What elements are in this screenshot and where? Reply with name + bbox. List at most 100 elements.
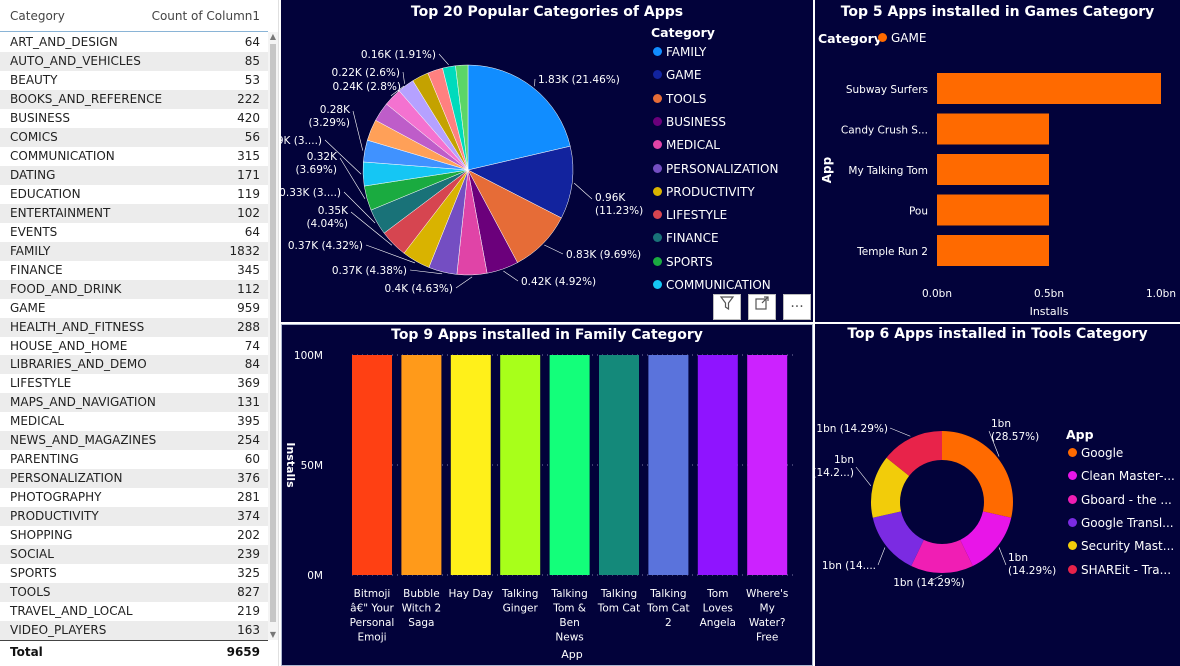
table-row[interactable]: BOOKS_AND_REFERENCE 222 <box>0 89 268 109</box>
family-bar[interactable] <box>549 355 590 575</box>
table-row[interactable]: TOOLS 827 <box>0 583 268 603</box>
table-row[interactable]: GAME 959 <box>0 299 268 318</box>
family-bar[interactable] <box>352 355 392 575</box>
table-row[interactable]: PHOTOGRAPHY 281 <box>0 488 268 507</box>
pie-legend-item[interactable]: TOOLS <box>653 92 707 106</box>
table-row[interactable]: HOUSE_AND_HOME 74 <box>0 337 268 356</box>
pie-legend-item[interactable]: GAME <box>653 68 701 82</box>
legend-swatch <box>653 116 662 126</box>
family-bar[interactable] <box>500 355 541 575</box>
donut-data-label: (14.2...) <box>815 467 854 479</box>
family-category-label: News <box>555 632 583 644</box>
pie-legend-item[interactable]: BUSINESS <box>653 115 726 129</box>
table-row[interactable]: FAMILY 1832 <box>0 241 268 261</box>
tools-legend-item[interactable]: Security Mast... <box>1068 539 1174 553</box>
tools-legend-item[interactable]: Google Transl... <box>1068 516 1174 530</box>
table-row[interactable]: MAPS_AND_NAVIGATION 131 <box>0 393 268 413</box>
pie-legend-item[interactable]: PERSONALIZATION <box>653 162 778 176</box>
pie-legend-item[interactable]: PRODUCTIVITY <box>653 185 755 199</box>
pie-legend-item[interactable]: FINANCE <box>653 231 719 245</box>
category-cell: EDUCATION <box>10 186 81 201</box>
table-row[interactable]: HEALTH_AND_FITNESS 288 <box>0 317 268 337</box>
games-category-label: Candy Crush S... <box>841 125 928 137</box>
count-cell: 163 <box>237 623 260 638</box>
games-bar[interactable] <box>937 73 1161 104</box>
games-bar[interactable] <box>937 194 1049 226</box>
count-cell: 239 <box>237 547 260 562</box>
legend-label: Google Transl... <box>1081 515 1174 530</box>
family-bar[interactable] <box>697 355 738 575</box>
filter-button[interactable] <box>713 294 741 320</box>
pie-legend-item[interactable]: FAMILY <box>653 45 706 59</box>
games-bar[interactable] <box>937 113 1049 145</box>
category-cell: LIBRARIES_AND_DEMO <box>10 357 147 372</box>
donut-data-label: 1bn <box>834 454 854 466</box>
table-row[interactable]: SHOPPING 202 <box>0 526 268 545</box>
pie-legend-item[interactable]: SPORTS <box>653 255 713 269</box>
table-row[interactable]: BEAUTY 53 <box>0 71 268 90</box>
pie-data-label: (3.29%) <box>308 117 350 129</box>
column-header-count[interactable]: Count of Column1 <box>152 9 260 23</box>
table-scrollbar[interactable]: ▲ ▼ <box>268 32 278 640</box>
table-row[interactable]: MEDICAL 395 <box>0 412 268 431</box>
family-bar[interactable] <box>747 355 788 575</box>
table-row[interactable]: PERSONALIZATION 376 <box>0 469 268 489</box>
legend-label: GAME <box>666 68 702 83</box>
table-row[interactable]: PRODUCTIVITY 374 <box>0 507 268 527</box>
more-options-button[interactable]: ··· <box>783 294 811 320</box>
games-bar[interactable] <box>937 154 1049 185</box>
table-row[interactable]: NEWS_AND_MAGAZINES 254 <box>0 431 268 451</box>
table-row[interactable]: BUSINESS 420 <box>0 109 268 128</box>
table-row[interactable]: COMMUNICATION 315 <box>0 147 268 166</box>
category-cell: BEAUTY <box>10 72 58 87</box>
table-row[interactable]: LIBRARIES_AND_DEMO 84 <box>0 355 268 375</box>
legend-label: PERSONALIZATION <box>666 161 779 176</box>
games-category-label: Temple Run 2 <box>856 246 928 258</box>
leader-line <box>438 53 449 65</box>
tools-legend-item[interactable]: SHAREit - Tra... <box>1068 563 1171 577</box>
donut-slice[interactable] <box>942 431 1013 518</box>
pie-legend-item[interactable]: LIFESTYLE <box>653 208 727 222</box>
table-row[interactable]: COMICS 56 <box>0 127 268 147</box>
category-cell: PERSONALIZATION <box>10 471 123 486</box>
table-row[interactable]: AUTO_AND_VEHICLES 85 <box>0 51 268 71</box>
focus-mode-button[interactable] <box>748 294 776 320</box>
table-row[interactable]: VIDEO_PLAYERS 163 <box>0 621 268 640</box>
tools-legend-item[interactable]: Google <box>1068 446 1123 460</box>
leader-line <box>855 466 872 486</box>
table-row[interactable]: FINANCE 345 <box>0 261 268 280</box>
games-bar[interactable] <box>937 235 1049 266</box>
table-row[interactable]: PARENTING 60 <box>0 450 268 469</box>
family-bar[interactable] <box>450 355 491 575</box>
family-category-label: Bubble <box>403 588 440 600</box>
family-bar[interactable] <box>401 355 442 575</box>
table-row[interactable]: SOCIAL 239 <box>0 545 268 565</box>
family-bar[interactable] <box>648 355 689 575</box>
table-row[interactable]: TRAVEL_AND_LOCAL 219 <box>0 602 268 621</box>
category-cell: PRODUCTIVITY <box>10 509 99 524</box>
pie-legend-item[interactable]: COMMUNICATION <box>653 278 771 292</box>
scroll-up-icon[interactable]: ▲ <box>268 32 278 42</box>
family-bar[interactable] <box>599 355 639 575</box>
tools-legend-item[interactable]: Clean Master-... <box>1068 469 1175 483</box>
donut-data-label: 1bn (14.29%) <box>816 423 888 435</box>
count-cell: 959 <box>237 300 260 315</box>
table-row[interactable]: LIFESTYLE 369 <box>0 374 268 393</box>
column-header-category[interactable]: Category <box>10 9 65 23</box>
table-row[interactable]: ENTERTAINMENT 102 <box>0 203 268 223</box>
table-row[interactable]: EVENTS 64 <box>0 223 268 242</box>
scroll-thumb[interactable] <box>270 44 276 622</box>
table-row[interactable]: EDUCATION 119 <box>0 185 268 204</box>
pie-legend-item[interactable]: MEDICAL <box>653 138 720 152</box>
table-row[interactable]: FOOD_AND_DRINK 112 <box>0 279 268 299</box>
legend-label: FINANCE <box>666 231 719 246</box>
family-category-label: Talking <box>550 588 587 600</box>
family-bar-panel: Top 9 Apps installed in Family Category … <box>281 324 813 666</box>
tools-legend-item[interactable]: Gboard - the ... <box>1068 493 1172 507</box>
count-cell: 325 <box>237 566 260 581</box>
table-row[interactable]: ART_AND_DESIGN 64 <box>0 33 268 52</box>
count-cell: 315 <box>237 148 260 163</box>
scroll-down-icon[interactable]: ▼ <box>268 630 278 640</box>
table-row[interactable]: SPORTS 325 <box>0 564 268 583</box>
table-row[interactable]: DATING 171 <box>0 165 268 185</box>
